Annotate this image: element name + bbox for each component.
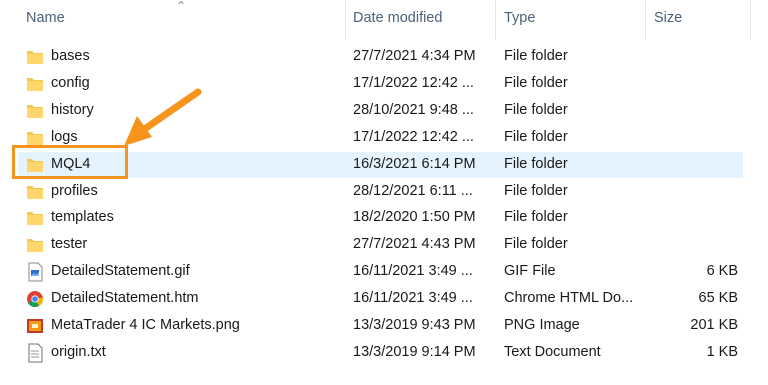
pointer-arrow	[124, 88, 202, 146]
